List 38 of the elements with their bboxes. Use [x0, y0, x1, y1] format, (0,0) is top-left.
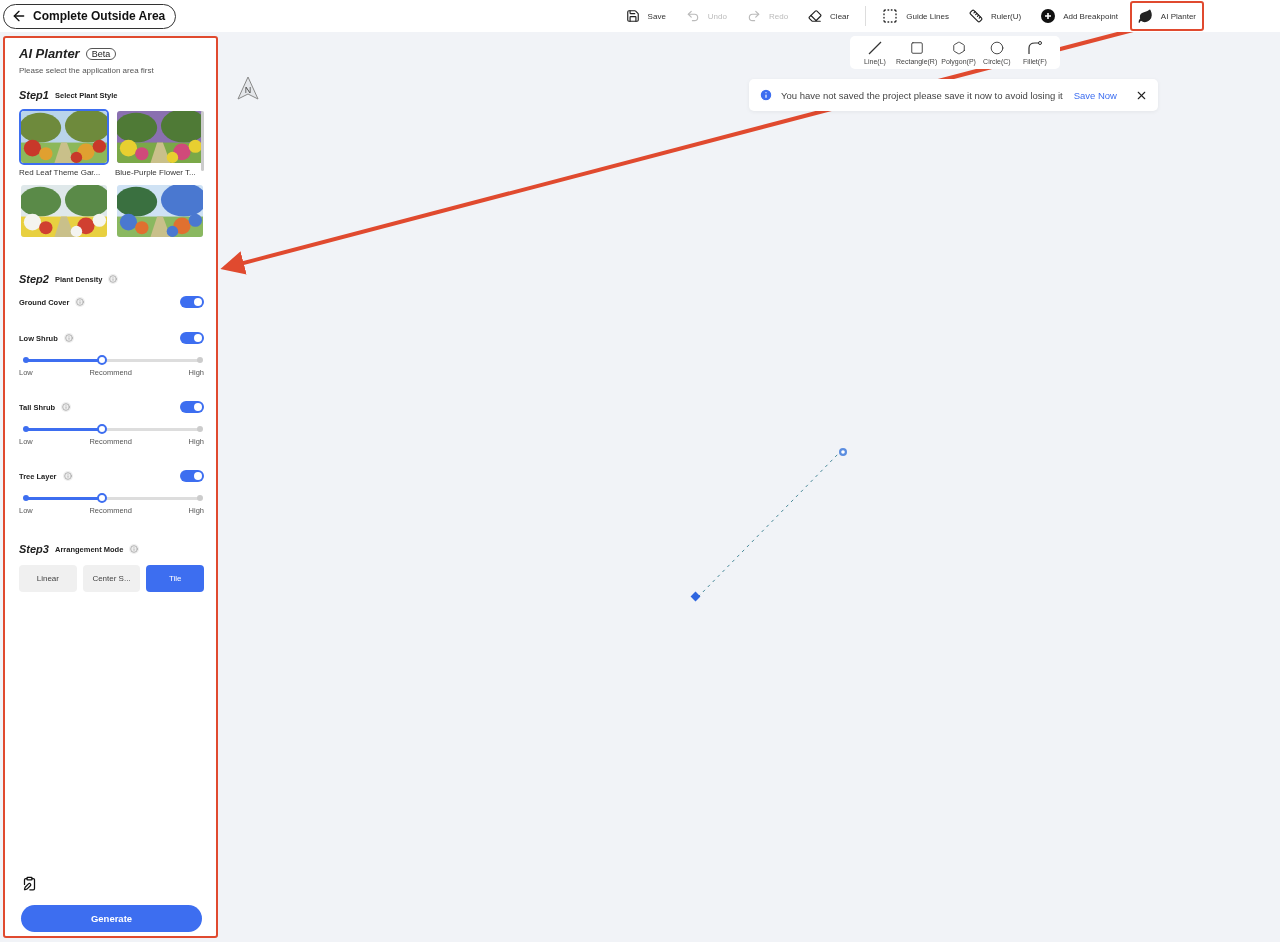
layer-toggle[interactable]	[180, 332, 204, 344]
arrangement-mode-button[interactable]: Center S...	[82, 565, 141, 592]
info-icon	[759, 88, 773, 102]
undo-icon	[685, 9, 700, 23]
redo-icon	[746, 9, 761, 23]
fillet-icon	[1027, 40, 1042, 55]
density-slider-thumb[interactable]	[97, 424, 108, 434]
dashed-square-icon	[882, 8, 899, 24]
step-number: Step1	[19, 89, 49, 101]
toast-message: You have not saved the project please save it now to avoid losing it	[781, 89, 1063, 101]
arrangement-mode-button[interactable]: Linear	[19, 565, 77, 592]
density-slider-thumb[interactable]	[97, 355, 108, 365]
save-now-link[interactable]: Save Now	[1073, 89, 1117, 101]
eraser-icon	[808, 9, 823, 23]
panel-title: AI Planter	[19, 46, 80, 61]
step-number: Step3	[19, 543, 49, 555]
compass-icon: N	[237, 76, 259, 100]
hexagon-icon	[951, 40, 966, 55]
back-button[interactable]: Complete Outside Area	[3, 3, 177, 29]
step-number: Step2	[19, 273, 49, 285]
generate-button[interactable]: Generate	[21, 905, 202, 932]
layer-toggle[interactable]	[180, 401, 204, 413]
circle-icon	[989, 40, 1004, 55]
square-icon	[909, 40, 924, 55]
style-caption: Red Leaf Theme Gar...	[19, 168, 102, 177]
toolbar-button[interactable]: AI Planter	[1129, 1, 1204, 31]
line-icon	[868, 40, 882, 55]
ruler-icon	[968, 9, 983, 23]
arrangement-mode-button[interactable]: Tile	[146, 565, 204, 592]
density-slider-thumb[interactable]	[97, 493, 108, 503]
layer-toggle[interactable]	[180, 296, 204, 308]
panel-hint: Please select the application area first	[19, 66, 155, 75]
layer-toggle[interactable]	[180, 470, 204, 482]
clipboard-icon	[21, 875, 37, 891]
style-caption: Blue-Purple Flower T...	[115, 168, 197, 177]
leaf-icon	[1137, 8, 1153, 24]
plus-icon	[1041, 9, 1056, 23]
save-icon	[625, 9, 640, 23]
